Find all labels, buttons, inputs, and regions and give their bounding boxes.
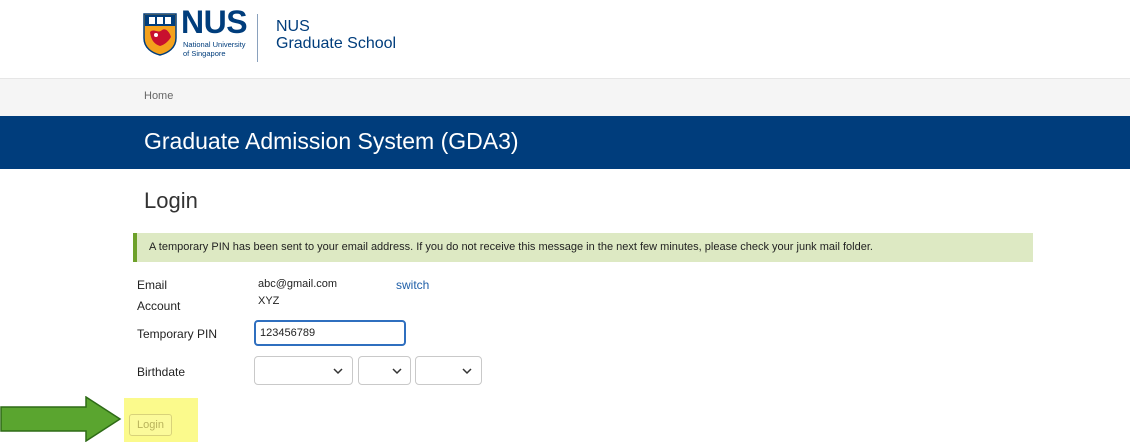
right-arrow-icon [0,396,122,442]
login-button-highlight: Login [124,398,198,442]
account-label: Account [137,299,181,313]
logo-divider [257,14,258,62]
page-title: Login [144,188,198,213]
account-value: XYZ [258,295,280,307]
chevron-down-icon [392,368,402,375]
temporary-pin-input[interactable] [254,320,406,346]
university-name-line1: National University [183,40,246,49]
breadcrumb-home-link[interactable]: Home [144,90,173,102]
chevron-down-icon [462,368,472,375]
site-header: NUS National University of Singapore NUS… [0,0,1130,78]
chevron-down-icon [333,368,343,375]
email-label: Email [137,278,168,292]
switch-account-link[interactable]: switch [396,278,429,292]
pin-sent-alert: A temporary PIN has been sent to your em… [133,233,1033,262]
email-value: abc@gmail.com [258,278,338,290]
breadcrumb: Home [0,78,1130,117]
birthdate-year-select[interactable] [415,356,482,385]
alert-message: A temporary PIN has been sent to your em… [149,241,873,253]
birthdate-day-select[interactable] [254,356,353,385]
temporary-pin-label: Temporary PIN [137,327,218,341]
nus-crest-icon [143,13,177,56]
nus-logo-wordmark: NUS [181,4,248,40]
system-title: Graduate Admission System (GDA3) [144,128,519,154]
school-name: NUS Graduate School [276,18,396,52]
page: NUS National University of Singapore NUS… [0,0,1130,442]
school-name-line2: Graduate School [276,35,397,52]
school-name-line1: NUS [276,18,310,35]
university-name-line2: of Singapore [183,49,226,58]
login-button[interactable]: Login [129,414,172,436]
birthdate-month-select[interactable] [358,356,411,385]
system-banner: Graduate Admission System (GDA3) [0,116,1130,169]
university-name: National University of Singapore [183,40,246,58]
birthdate-label: Birthdate [137,365,186,379]
